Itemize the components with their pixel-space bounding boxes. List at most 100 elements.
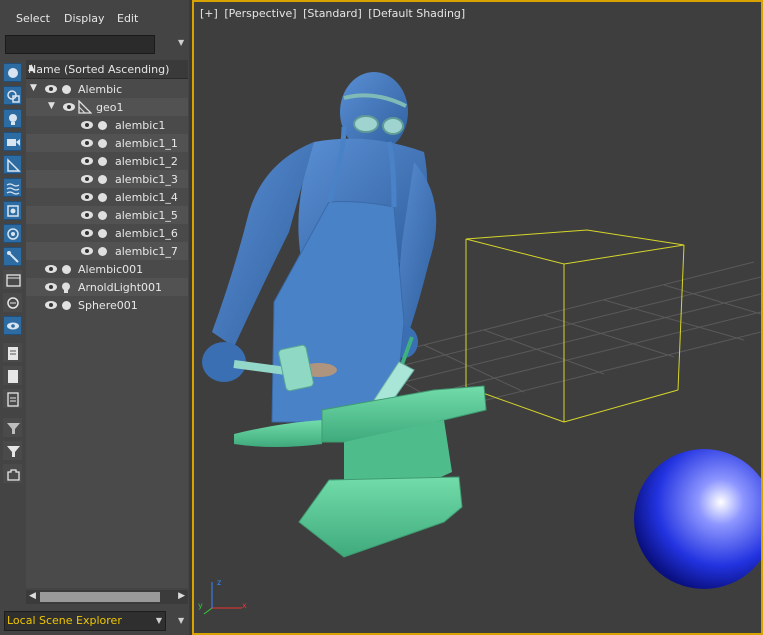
scene-canvas[interactable]: x z y xyxy=(194,2,761,633)
axis-x-label: x xyxy=(242,601,247,610)
tree-row-child[interactable]: alembic1_4 xyxy=(26,188,188,206)
tree-item-label: alembic1_3 xyxy=(115,173,178,186)
tree-item-label: alembic1_4 xyxy=(115,191,178,204)
object-icon xyxy=(98,175,107,184)
object-icon xyxy=(98,157,107,166)
visibility-filter-icon[interactable] xyxy=(3,316,22,335)
viewport-shading-menu[interactable]: [Default Shading] xyxy=(368,7,465,20)
document-icon[interactable] xyxy=(3,389,22,408)
explorer-dropdown-icon[interactable]: ▼ xyxy=(156,616,162,625)
scene-explorer-panel: Select Display Edit ▼ Name (Sorted Ascen… xyxy=(0,0,192,635)
light-filter-icon[interactable] xyxy=(3,109,22,128)
tree-item-label: alembic1_5 xyxy=(115,209,178,222)
object-icon xyxy=(62,301,71,310)
xref-filter-icon[interactable] xyxy=(3,224,22,243)
menu-display[interactable]: Display xyxy=(64,12,105,25)
tree-row-arnoldlight001[interactable]: ArnoldLight001 xyxy=(26,278,188,296)
sphere-object xyxy=(634,449,761,589)
viewport-mode-menu[interactable]: [Standard] xyxy=(303,7,362,20)
filter-toggle-icon[interactable] xyxy=(3,418,22,437)
camera-filter-icon[interactable] xyxy=(3,132,22,151)
tree-row-geo1[interactable]: ▼ geo1 xyxy=(26,98,188,116)
explorer-name: Local Scene Explorer xyxy=(7,614,122,627)
eye-icon[interactable] xyxy=(80,174,94,184)
scroll-left-icon[interactable]: ◀ xyxy=(29,591,36,601)
tree-item-label: alembic1_1 xyxy=(115,137,178,150)
tree-item-label: alembic1_2 xyxy=(115,155,178,168)
object-icon xyxy=(98,211,107,220)
eye-icon[interactable] xyxy=(80,228,94,238)
eye-icon[interactable] xyxy=(80,138,94,148)
eye-icon[interactable] xyxy=(80,246,94,256)
explorer-menubar: Select Display Edit xyxy=(0,0,192,32)
funnel-icon[interactable] xyxy=(3,441,22,460)
scroll-right-icon[interactable]: ▶ xyxy=(178,591,185,601)
axis-z-label: z xyxy=(217,578,221,587)
layer-icon[interactable] xyxy=(3,464,22,483)
tree-row-child[interactable]: alembic1_1 xyxy=(26,134,188,152)
viewport-plus-menu[interactable]: [+] xyxy=(200,7,218,20)
tree-row-alembic[interactable]: ▼ Alembic xyxy=(26,80,188,98)
viewport-label-menu[interactable]: [+] [Perspective] [Standard] [Default Sh… xyxy=(200,7,468,20)
sheet-icon[interactable] xyxy=(3,366,22,385)
eye-icon[interactable] xyxy=(80,120,94,130)
collapse-icon[interactable]: ▼ xyxy=(48,101,55,111)
geometry-filter-icon[interactable] xyxy=(3,63,22,82)
perspective-viewport[interactable]: x z y [+] [Perspective] [Standard] [Defa… xyxy=(192,0,763,635)
tree-item-label: alembic1_6 xyxy=(115,227,178,240)
helper-filter-icon[interactable] xyxy=(3,155,22,174)
object-icon xyxy=(62,85,71,94)
eye-icon[interactable] xyxy=(44,282,58,292)
tree-row-child[interactable]: alembic1_2 xyxy=(26,152,188,170)
axis-y-label: y xyxy=(198,601,203,610)
object-icon xyxy=(98,121,107,130)
horizontal-scrollbar[interactable]: ◀ ▶ xyxy=(26,590,188,604)
light-bulb-icon xyxy=(62,282,70,293)
helper-icon xyxy=(78,100,92,114)
home-grid xyxy=(363,261,761,410)
tree-item-label: Alembic001 xyxy=(78,263,144,276)
spacewarp-filter-icon[interactable] xyxy=(3,178,22,197)
eye-icon[interactable] xyxy=(80,192,94,202)
list-view-icon[interactable] xyxy=(3,343,22,362)
name-column-header[interactable]: Name (Sorted Ascending) ▲ xyxy=(26,60,188,79)
collapse-icon[interactable]: ▼ xyxy=(30,83,37,93)
explorer-selector[interactable]: Local Scene Explorer ▼ xyxy=(4,611,166,631)
display-none-icon[interactable] xyxy=(3,293,22,312)
eye-icon[interactable] xyxy=(80,210,94,220)
object-icon xyxy=(98,193,107,202)
shape-filter-icon[interactable] xyxy=(3,86,22,105)
filter-toolbar xyxy=(0,60,25,490)
sort-ascending-icon: ▲ xyxy=(28,63,35,73)
tree-row-alembic001[interactable]: Alembic001 xyxy=(26,260,188,278)
group-filter-icon[interactable] xyxy=(3,201,22,220)
eye-icon[interactable] xyxy=(44,84,58,94)
eye-icon[interactable] xyxy=(44,300,58,310)
object-icon xyxy=(98,139,107,148)
object-icon xyxy=(62,265,71,274)
tree-item-label: Alembic xyxy=(78,83,123,96)
tree-row-child[interactable]: alembic1_3 xyxy=(26,170,188,188)
display-all-icon[interactable] xyxy=(3,270,22,289)
eye-icon[interactable] xyxy=(80,156,94,166)
explorer-options-icon[interactable]: ▼ xyxy=(178,616,184,625)
eye-icon[interactable] xyxy=(44,264,58,274)
tree-row-child[interactable]: alembic1_6 xyxy=(26,224,188,242)
menu-edit[interactable]: Edit xyxy=(117,12,138,25)
eye-icon[interactable] xyxy=(62,102,76,112)
tree-item-label: alembic1 xyxy=(115,119,166,132)
axis-tripod-icon: x z y xyxy=(198,578,247,615)
tree-item-label: alembic1_7 xyxy=(115,245,178,258)
menu-select[interactable]: Select xyxy=(16,12,50,25)
viewport-pov-menu[interactable]: [Perspective] xyxy=(224,7,296,20)
search-dropdown-icon[interactable]: ▼ xyxy=(178,38,184,47)
bone-filter-icon[interactable] xyxy=(3,247,22,266)
tree-row-sphere001[interactable]: Sphere001 xyxy=(26,296,188,314)
scene-tree: Name (Sorted Ascending) ▲ ▼ Alembic ▼ ge… xyxy=(26,60,188,588)
tree-row-child[interactable]: alembic1_7 xyxy=(26,242,188,260)
tree-row-child[interactable]: alembic1_5 xyxy=(26,206,188,224)
tree-item-label: Sphere001 xyxy=(78,299,138,312)
search-input[interactable] xyxy=(5,35,155,54)
scrollbar-thumb[interactable] xyxy=(40,592,160,602)
tree-row-child[interactable]: alembic1 xyxy=(26,116,188,134)
